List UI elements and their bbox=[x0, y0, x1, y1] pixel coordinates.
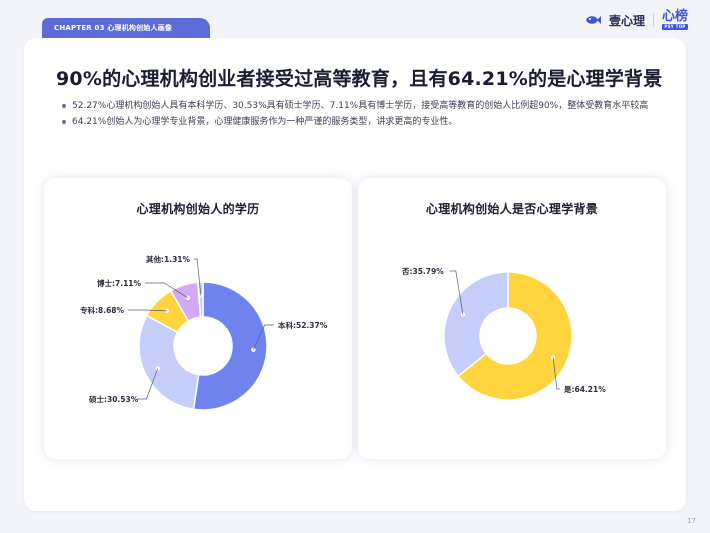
education-donut-chart: 本科:52.37% 硕士:30.53% 专科:8.68% 博士:7.11% 其他:1.3… bbox=[80, 254, 328, 411]
page-number: 17 bbox=[687, 517, 696, 525]
donut-slice-本科 bbox=[192, 281, 268, 411]
summary-bullet: 64.21%创始人为心理学专业背景，心理健康服务作为一种严谨的服务类型，讲求更高… bbox=[60, 114, 656, 130]
brand-divider bbox=[652, 13, 654, 27]
slice-label-其他: 其他:1.31% bbox=[146, 254, 191, 264]
brand2-logo: 心榜 PSY TOP bbox=[662, 10, 688, 30]
page-headline: 90%的心理机构创业者接受过高等教育，且有64.21%的是心理学背景 bbox=[56, 68, 663, 90]
brand-name: 壹心理 bbox=[608, 13, 645, 28]
brand2-main: 心榜 bbox=[661, 9, 688, 24]
slice-label-博士: 博士:7.11% bbox=[97, 278, 142, 288]
chapter-tab-label: CHAPTER 03 心理机构创始人画像 bbox=[54, 24, 173, 32]
brand-fish-icon bbox=[585, 16, 601, 24]
chart-panel-education: 心理机构创始人的学历 本科:52.37% 硕士:30.53% 专科:8.68% 博士:… bbox=[44, 178, 352, 459]
background-donut-chart: 是:64.21% 否:35.79% bbox=[401, 267, 606, 401]
summary-bullet: 52.27%心理机构创始人具有本科学历、30.53%具有硕士学历、7.11%具有… bbox=[60, 98, 656, 114]
slice-label-否: 否:35.79% bbox=[401, 267, 444, 276]
chapter-tab: CHAPTER 03 心理机构创始人画像 bbox=[42, 18, 210, 38]
summary-bullets: 52.27%心理机构创始人具有本科学历、30.53%具有硕士学历、7.11%具有… bbox=[60, 98, 656, 130]
brand-logos: 壹心理 心榜 PSY TOP bbox=[585, 10, 688, 30]
slice-label-硕士: 硕士:30.53% bbox=[89, 394, 139, 404]
slice-label-是: 是:64.21% bbox=[563, 384, 606, 394]
donut-slice-否 bbox=[443, 271, 509, 378]
slice-label-专科: 专科:8.68% bbox=[80, 305, 125, 315]
chart-panel-background: 心理机构创始人是否心理学背景 是:64.21% 否:35.79% bbox=[358, 178, 666, 459]
brand2-sub: PSY TOP bbox=[662, 24, 688, 30]
slice-label-本科: 本科:52.37% bbox=[277, 320, 328, 330]
